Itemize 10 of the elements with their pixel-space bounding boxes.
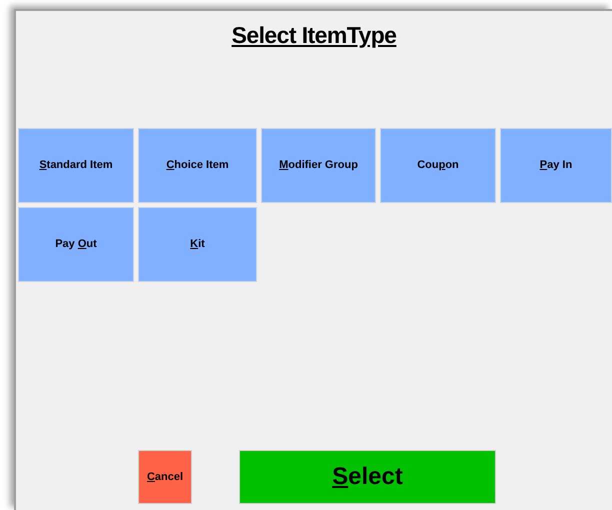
item-type-button[interactable]: Standard Item <box>18 128 134 203</box>
cancel-button[interactable]: Cancel <box>138 450 192 504</box>
item-type-button[interactable]: Pay Out <box>18 206 134 282</box>
item-type-button[interactable]: Kit <box>138 206 257 282</box>
item-type-button[interactable]: Pay In <box>500 128 612 203</box>
dialog-title: Select ItemType <box>232 21 396 50</box>
item-type-button[interactable]: Modifier Group <box>261 128 376 203</box>
item-type-button[interactable]: Choice Item <box>138 128 257 203</box>
item-type-button[interactable]: Coupon <box>380 128 496 203</box>
select-button[interactable]: Select <box>239 450 496 504</box>
